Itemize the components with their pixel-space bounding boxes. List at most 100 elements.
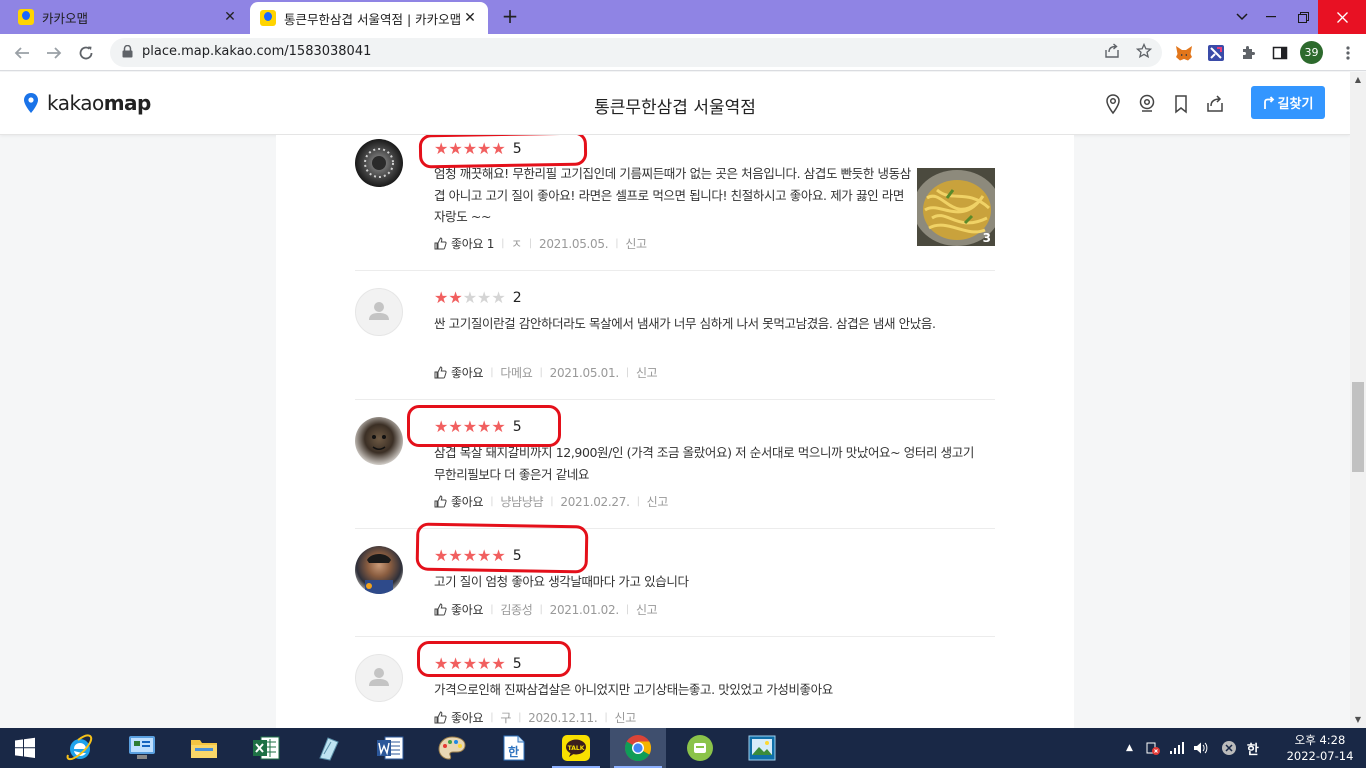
report-link[interactable]: 신고 [636,364,658,381]
kakaotalk-icon[interactable]: TALK [548,728,604,768]
filled-star-icon: ★ [448,546,463,565]
filled-star-icon: ★ [448,417,463,436]
close-window-icon[interactable] [1318,0,1366,34]
reload-icon[interactable] [73,40,99,66]
divider: | [625,604,629,615]
forward-arrow-icon[interactable] [41,40,67,66]
default-avatar-icon[interactable] [355,288,403,336]
divider: | [528,238,532,249]
close-tab-icon[interactable]: ✕ [220,9,240,25]
windows-start-icon[interactable] [0,728,50,768]
close-tab-icon[interactable]: ✕ [460,10,480,26]
bookmark-star-icon[interactable] [1134,42,1154,63]
review-item: ★ ★ ★ ★ ★ 5 엄청 깨끗해요! 무한리필 고기집인데 기름찌든때가 없는 곳은 … [355,135,995,271]
like-button[interactable]: 좋아요 [434,493,484,510]
empty-star-icon: ★ [462,288,478,307]
control-panel-icon[interactable] [114,728,170,768]
like-button[interactable]: 좋아요 1 [434,235,494,252]
minimize-window-icon[interactable] [1256,0,1286,34]
place-page-header: kakao map 통큰무한삼겹 서울역점 길찾기 [0,72,1350,135]
signal-bars-icon[interactable] [1169,741,1185,755]
file-explorer-icon[interactable] [176,728,232,768]
browser-menu-icon[interactable] [1337,42,1359,64]
chrome-icon[interactable] [610,728,666,768]
page-scrollbar[interactable]: ▲ ▼ [1350,72,1366,728]
network-error-icon[interactable] [1145,740,1161,756]
like-button[interactable]: 좋아요 [434,709,484,726]
new-tab-icon[interactable]: + [498,4,522,28]
notepad-tool-icon[interactable] [300,728,356,768]
review-photo[interactable]: 3 [917,168,995,246]
report-link[interactable]: 신고 [647,493,669,510]
reviewer-avatar[interactable] [355,546,403,594]
reviewer-avatar[interactable] [355,139,403,187]
filled-star-icon: ★ [462,546,478,565]
filled-star-icon: ★ [434,654,449,673]
scrollbar-thumb[interactable] [1352,382,1364,472]
report-link[interactable]: 신고 [614,709,636,726]
report-link[interactable]: 신고 [636,601,658,618]
review-author[interactable]: 냥냠냥냠 [500,493,543,510]
profile-avatar-icon[interactable]: 39 [1300,41,1323,64]
photo-viewer-icon[interactable] [734,728,790,768]
tray-expand-chevron-icon[interactable]: ▲ [1126,743,1133,753]
review-author[interactable]: 다메요 [500,364,533,381]
browser-tab-kakaomap[interactable]: 카카오맵 ✕ [0,0,248,34]
review-author[interactable]: 김종성 [500,601,533,618]
close-circle-icon[interactable] [1221,740,1237,756]
location-pin-icon[interactable] [1101,92,1125,116]
review-list-panel: ★ ★ ★ ★ ★ 5 엄청 깨끗해요! 무한리필 고기집인데 기름찌든때가 없는 곳은 … [276,135,1074,728]
filled-star-icon: ★ [434,139,449,158]
thumbs-up-icon [434,603,447,616]
review-date: 2021.05.05. [539,236,609,251]
scroll-up-arrow-icon[interactable]: ▲ [1350,72,1366,88]
internet-explorer-icon[interactable] [52,728,108,768]
scroll-down-arrow-icon[interactable]: ▼ [1350,712,1366,728]
kakaomap-logo[interactable]: kakao map [24,91,151,115]
taskbar-clock[interactable]: 오후 4:28 2022-07-14 [1280,732,1360,764]
side-panel-icon[interactable] [1269,42,1291,64]
kakaomap-favicon-icon [18,9,34,25]
excel-icon[interactable] [238,728,294,768]
like-label: 좋아요 [451,366,484,380]
report-link[interactable]: 신고 [625,235,647,252]
directions-button[interactable]: 길찾기 [1251,86,1325,119]
browser-tab-place[interactable]: 통큰무한삼겹 서울역점 | 카카오맵 ✕ [250,2,488,34]
paint-palette-icon[interactable] [424,728,480,768]
roadview-icon[interactable] [1135,92,1159,116]
volume-icon[interactable] [1193,741,1209,755]
review-text: 가격으로인해 진짜삼겹살은 아니었지만 고기상태는좋고. 맛있었고 가성비좋아요 [434,682,833,697]
review-meta: 좋아요 | 냥냠냥냠 | 2021.02.27. | 신고 [434,493,668,510]
review-meta: 좋아요 1 | ㅈ | 2021.05.05. | 신고 [434,235,647,252]
extension-r-icon[interactable] [1205,42,1227,64]
review-author[interactable]: ㅈ [511,235,522,252]
word-icon[interactable] [362,728,418,768]
review-author[interactable]: 구 [500,709,511,726]
hangul-word-icon[interactable]: 한 [486,728,542,768]
share-icon[interactable] [1203,92,1227,116]
share-icon[interactable] [1102,43,1122,63]
windows-taskbar: 한 TALK ▲ 한 오후 4:28 2022-07-14 [0,728,1366,768]
tab-title: 통큰무한삼겹 서울역점 | 카카오맵 [284,11,460,27]
ime-language-indicator[interactable]: 한 [1247,739,1259,758]
reviewer-avatar[interactable] [355,417,403,465]
review-meta: 좋아요 | 김종성 | 2021.01.02. | 신고 [434,601,658,618]
extensions-puzzle-icon[interactable] [1237,42,1259,64]
filled-star-icon: ★ [448,288,463,307]
restore-window-icon[interactable] [1288,0,1318,34]
browser-toolbar: place.map.kakao.com/1583038041 39 [0,34,1366,71]
divider: | [615,238,619,249]
address-bar[interactable]: place.map.kakao.com/1583038041 [110,38,1162,67]
browser-tab-strip: 카카오맵 ✕ 통큰무한삼겹 서울역점 | 카카오맵 ✕ + [0,0,1366,34]
like-button[interactable]: 좋아요 [434,601,484,618]
back-arrow-icon[interactable] [9,40,35,66]
green-app-icon[interactable] [672,728,728,768]
like-count: 1 [486,236,495,251]
default-avatar-icon[interactable] [355,654,403,702]
kakaotalk-label: TALK [568,745,585,752]
like-button[interactable]: 좋아요 [434,364,484,381]
metamask-extension-icon[interactable] [1173,42,1195,64]
bookmark-icon[interactable] [1169,92,1193,116]
tab-search-chevron-icon[interactable] [1228,0,1256,34]
url-text: place.map.kakao.com/1583038041 [142,44,372,59]
